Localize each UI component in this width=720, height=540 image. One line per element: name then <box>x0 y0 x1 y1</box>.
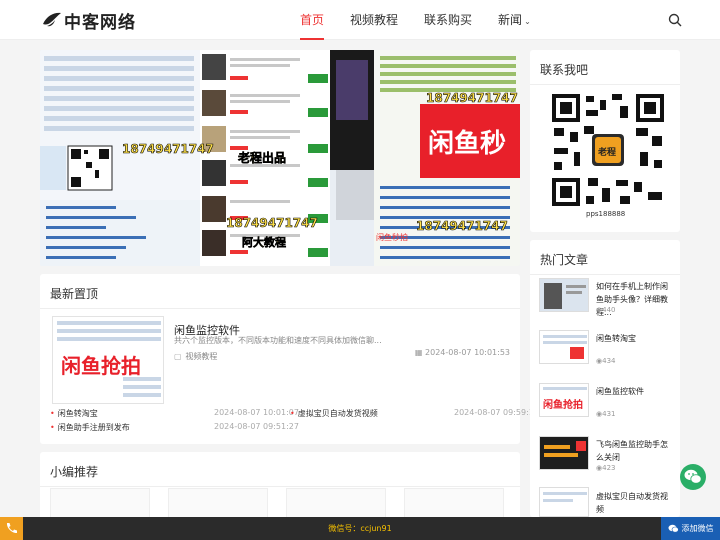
hot-thumb-art-5 <box>540 488 588 516</box>
hot-article-title[interactable]: 闲鱼监控软件 <box>596 385 670 398</box>
nav-video-label: 视频教程 <box>350 13 399 27</box>
wechat-icon <box>684 469 702 484</box>
hot-article-title[interactable]: 飞鸟闲鱼监控助手怎么关闭 <box>596 438 670 464</box>
banner-phone-4: 18749471747 <box>416 219 508 233</box>
nav-home[interactable]: 首页 <box>300 0 325 40</box>
banner-phone-1: 18749471747 <box>122 142 214 156</box>
chevron-down-icon: ⌄ <box>524 17 531 26</box>
top-post-date-wrap: ▦ 2024-08-07 10:01:53 <box>415 348 510 357</box>
latest-section-title: 最新置顶 <box>50 287 99 301</box>
qr-caption: pps188888 <box>586 210 626 218</box>
hot-thumb-text: 闲鱼抢拍 <box>543 398 583 411</box>
banner-collage: 18749471747 18749471747 18749471747 1874… <box>40 50 520 266</box>
divider <box>40 308 520 309</box>
divider <box>40 486 520 487</box>
wechat-qr-code: 老程 <box>550 92 666 208</box>
hot-article-views: ◉423 <box>596 464 615 472</box>
banner-bottom-note: 闲鱼监控 <box>264 252 296 261</box>
calendar-icon: ▦ <box>414 348 423 357</box>
hot-article-thumb[interactable] <box>539 278 589 312</box>
recommend-card[interactable] <box>404 488 504 518</box>
wechat-icon <box>668 524 679 533</box>
news-item-title: 虚拟宝贝自动发货视频 <box>297 409 378 418</box>
hot-article-views: ◉440 <box>596 306 615 314</box>
hot-article-title[interactable]: 闲鱼转淘宝 <box>596 332 670 345</box>
views-count: 423 <box>602 464 616 472</box>
recommend-card[interactable] <box>286 488 386 518</box>
hot-article-views: ◉434 <box>596 357 615 365</box>
views-count: 431 <box>602 410 616 418</box>
banner-phone-2: 18749471747 <box>426 91 518 105</box>
site-logo[interactable]: 中客网络 <box>42 9 136 33</box>
hot-thumb-art-2 <box>540 331 588 363</box>
nav-news[interactable]: 新闻 ⌄ <box>498 0 531 40</box>
hot-article-views: ◉431 <box>596 410 615 418</box>
news-item[interactable]: 虚拟宝贝自动发货视频 <box>290 408 378 419</box>
news-item[interactable]: 闲鱼助手注册到发布 <box>50 422 130 433</box>
nav-video-tutorials[interactable]: 视频教程 <box>350 0 398 40</box>
hot-article-thumb[interactable] <box>539 436 589 470</box>
news-item-title: 闲鱼助手注册到发布 <box>57 423 130 432</box>
qr-badge-text: 老程 <box>597 146 616 158</box>
top-thumb-text: 闲鱼抢拍 <box>61 354 141 378</box>
banner-caption-a: 老程出品 <box>238 150 286 165</box>
footer-bar: 微信号：ccjun91 添加微信 <box>0 517 720 540</box>
contact-title: 联系我吧 <box>540 63 589 77</box>
hot-title: 热门文章 <box>540 253 589 267</box>
views-count: 434 <box>602 357 616 365</box>
nav-contact-label: 联系购买 <box>424 13 473 27</box>
add-wechat-button[interactable]: 添加微信 <box>661 517 720 540</box>
folder-icon: ▢ <box>174 352 182 361</box>
hero-banner[interactable]: 18749471747 18749471747 18749471747 1874… <box>40 50 520 266</box>
latest-panel: 最新置顶 闲鱼抢拍 闲鱼监控软件 共六个监控版本，不同版本功能和速度不同具体加微… <box>40 274 539 444</box>
banner-brand-overlay: 闲鱼秒 <box>428 129 506 159</box>
hot-article-thumb[interactable] <box>539 330 589 364</box>
news-date: 2024-08-07 09:51:27 <box>214 422 299 431</box>
top-thumb-art: 闲鱼抢拍 <box>57 321 161 397</box>
wechat-float-button[interactable] <box>680 464 706 490</box>
hot-article-thumb[interactable] <box>539 487 589 517</box>
top-post-date: 2024-08-07 10:01:53 <box>425 348 510 357</box>
nav-home-label: 首页 <box>300 13 325 27</box>
hot-thumb-art-1 <box>540 279 588 311</box>
top-post-thumbnail[interactable]: 闲鱼抢拍 <box>52 316 164 404</box>
banner-caption-b: 阿大教程 <box>242 235 286 249</box>
hot-article-title[interactable]: 虚拟宝贝自动发货视频 <box>596 490 670 516</box>
hot-thumb-art-3: 闲鱼抢拍 <box>540 384 588 416</box>
search-icon[interactable] <box>668 13 682 27</box>
top-post-excerpt: 共六个监控版本，不同版本功能和速度不同具体加微信聊... <box>174 336 382 345</box>
add-wechat-label: 添加微信 <box>681 524 714 533</box>
banner-phone-3: 18749471747 <box>226 216 318 230</box>
news-item-title: 闲鱼转淘宝 <box>57 409 98 418</box>
main-nav: 首页 视频教程 联系购买 新闻 ⌄ <box>300 0 557 40</box>
site-header: 中客网络 首页 视频教程 联系购买 新闻 ⌄ <box>0 0 720 40</box>
top-post-category[interactable]: 视频教程 <box>185 352 217 361</box>
divider <box>530 84 680 85</box>
views-count: 440 <box>602 306 616 314</box>
logo-bird-icon <box>43 12 61 27</box>
hot-thumb-art-4 <box>540 437 588 469</box>
hot-article-thumb[interactable]: 闲鱼抢拍 <box>539 383 589 417</box>
news-item[interactable]: 闲鱼转淘宝 <box>50 408 98 419</box>
recommend-section-title: 小编推荐 <box>50 465 99 479</box>
top-post-meta: ▢ 视频教程 ▦ 2024-08-07 10:01:53 <box>174 348 510 361</box>
news-date: 2024-08-07 10:01:07 <box>214 408 299 417</box>
nav-news-label: 新闻 <box>498 13 523 27</box>
recommend-card[interactable] <box>168 488 268 518</box>
nav-contact-buy[interactable]: 联系购买 <box>424 0 472 40</box>
footer-wechat-id: 微信号：ccjun91 <box>328 524 392 533</box>
recommend-card[interactable] <box>50 488 150 518</box>
logo-text: 中客网络 <box>64 12 136 33</box>
divider <box>530 274 680 275</box>
banner-caption-c: 闲鱼秒拍 <box>376 232 408 242</box>
news-date: 2024-08-07 09:59:10 <box>454 408 539 417</box>
